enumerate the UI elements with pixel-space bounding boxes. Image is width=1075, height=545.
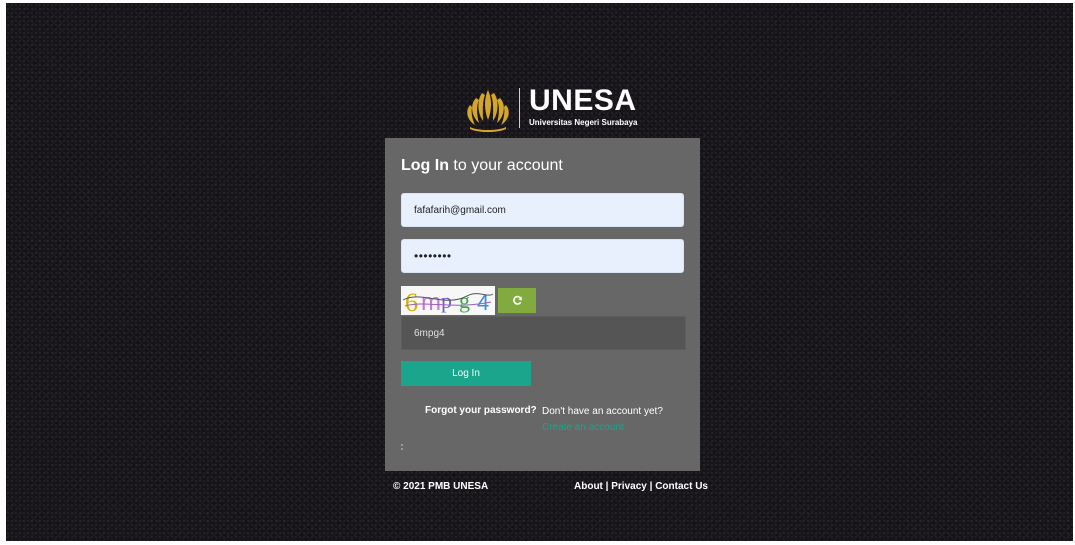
brand-name: UNESA [529,84,637,117]
captcha-graphic: 6 m p g 4 [402,288,494,315]
email-field[interactable] [401,193,684,227]
footer-links: About | Privacy | Contact Us [574,481,708,492]
login-title: Log In to your account [401,157,563,175]
login-title-bold: Log In [401,157,449,174]
refresh-icon [512,295,522,305]
footer-copyright: © 2021 PMB UNESA [393,481,489,492]
login-button[interactable]: Log In [401,361,531,386]
footer-separator: | [602,481,612,492]
forgot-password-link[interactable]: Forgot your password? [425,405,537,416]
unesa-emblem-icon [467,90,509,132]
create-account-link[interactable]: Create an account [542,422,624,433]
footer-separator: | [646,481,656,492]
footer-link-privacy[interactable]: Privacy [611,481,647,492]
footer-link-about[interactable]: About [574,481,603,492]
drag-handle-dots [401,444,403,452]
login-title-rest: to your account [448,157,563,174]
captcha-char-2: m [421,289,441,315]
no-account-text: Don't have an account yet? [542,406,663,417]
logo-divider [519,88,520,128]
unesa-logo: UNESA Universitas Negeri Surabaya [464,84,638,132]
brand-subtitle: Universitas Negeri Surabaya [529,118,638,127]
captcha-input[interactable] [401,316,686,350]
password-field[interactable] [401,239,684,273]
login-panel: Log In to your account 6 m p g 4 Log In … [385,138,700,471]
footer-link-contact[interactable]: Contact Us [655,481,708,492]
captcha-char-1: 6 [405,288,418,315]
captcha-refresh-button[interactable] [498,288,536,313]
captcha-image: 6 m p g 4 [401,286,495,315]
captcha-char-4: g [459,288,470,313]
